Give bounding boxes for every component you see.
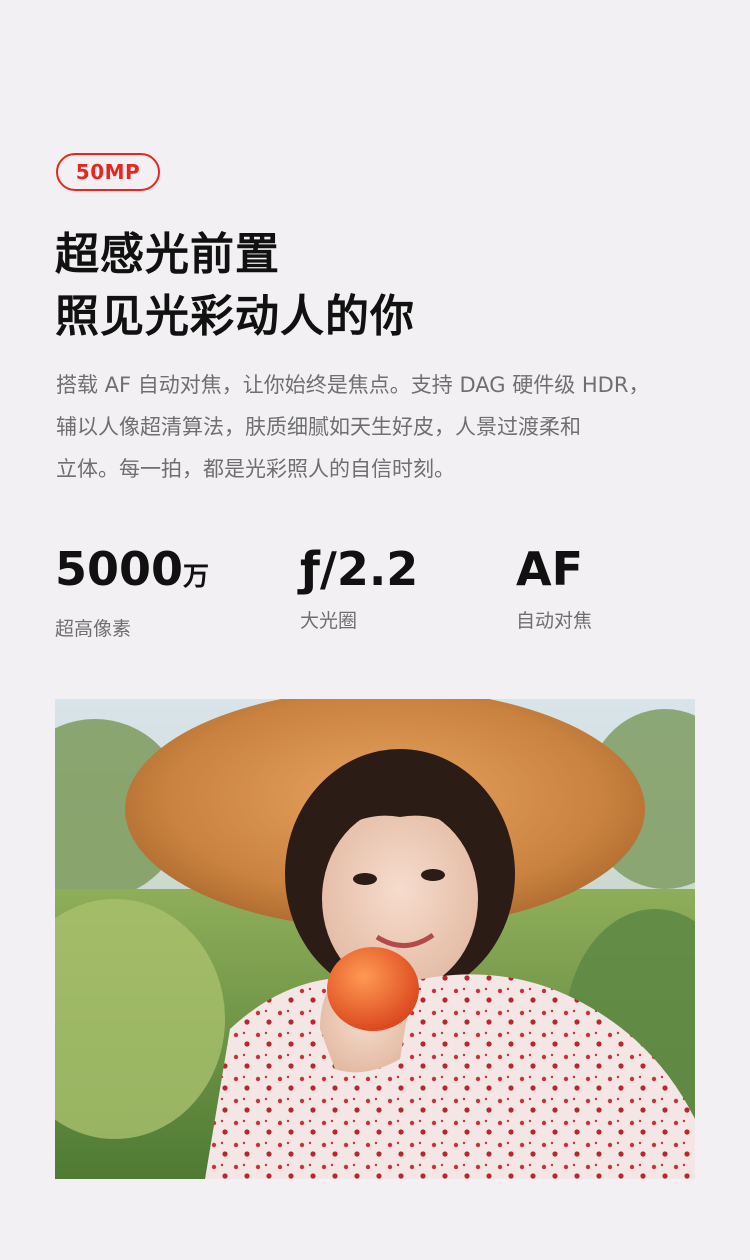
headline-line-1: 超感光前置 bbox=[55, 229, 280, 280]
spec-resolution-label: 超高像素 bbox=[55, 618, 132, 640]
eye-left bbox=[353, 873, 377, 885]
description-line-1: 搭载 AF 自动对焦，让你始终是焦点。支持 DAG 硬件级 HDR， bbox=[56, 373, 650, 397]
description-line-2: 辅以人像超清算法，肤质细腻如天生好皮，人景过渡柔和 bbox=[56, 415, 581, 439]
spec-autofocus: AF 自动对焦 bbox=[516, 540, 592, 633]
description-line-3: 立体。每一拍，都是光彩照人的自信时刻。 bbox=[56, 457, 455, 481]
peach bbox=[327, 947, 419, 1031]
spec-aperture-value: ƒ/2.2 bbox=[300, 542, 419, 596]
spec-resolution-unit: 万 bbox=[183, 562, 210, 592]
spec-autofocus-value: AF bbox=[516, 542, 584, 596]
spec-aperture: ƒ/2.2 大光圈 bbox=[300, 540, 418, 633]
megapixel-badge: 50MP bbox=[56, 153, 160, 191]
portrait-sample-photo bbox=[55, 699, 695, 1179]
eye-right bbox=[421, 869, 445, 881]
spec-resolution: 5000万 超高像素 bbox=[55, 540, 209, 641]
spec-aperture-label: 大光圈 bbox=[300, 610, 358, 632]
headline-line-2: 照见光彩动人的你 bbox=[55, 291, 415, 342]
spec-resolution-value: 5000万 bbox=[55, 542, 210, 596]
spec-autofocus-label: 自动对焦 bbox=[516, 610, 593, 632]
